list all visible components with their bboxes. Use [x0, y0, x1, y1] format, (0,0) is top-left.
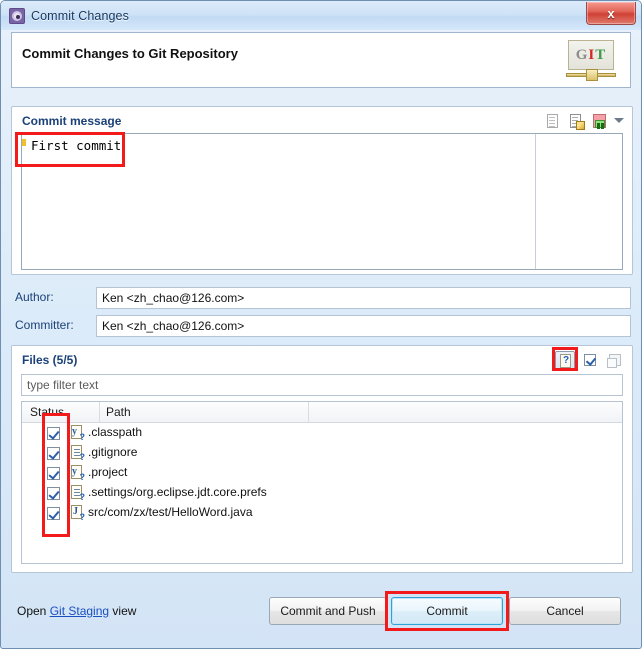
author-row: Author: Ken <zh_chao@126.com>	[11, 287, 631, 309]
show-untracked-files-icon[interactable]: ?	[555, 351, 575, 371]
table-row[interactable]: y? .classpath	[22, 423, 622, 443]
close-icon[interactable]: x	[586, 2, 636, 25]
author-label: Author:	[15, 290, 54, 304]
page-title: Commit Changes to Git Repository	[22, 46, 238, 61]
commit-message-label: Commit message	[22, 114, 122, 128]
files-table: Status Path y? .classpath? .gitignore y? .pr…	[21, 401, 623, 564]
open-git-staging-text: Open Git Staging view	[17, 604, 136, 618]
deselect-all-icon[interactable]	[605, 351, 625, 371]
java-file-untracked-icon: J?	[71, 505, 85, 522]
commit-message-toolbar	[545, 113, 625, 130]
row-checkbox[interactable]	[47, 467, 60, 480]
select-all-icon[interactable]	[580, 351, 600, 371]
files-toolbar: ?	[555, 351, 625, 371]
xml-file-untracked-icon: y?	[71, 465, 85, 482]
row-path: src/com/zx/test/HelloWord.java	[88, 505, 253, 519]
row-path: .gitignore	[88, 445, 138, 459]
commit-message-input[interactable]: First commit	[21, 133, 623, 270]
text-file-untracked-icon: ?	[70, 445, 85, 462]
amend-previous-commit-icon[interactable]	[591, 113, 608, 130]
row-checkbox[interactable]	[47, 507, 60, 520]
author-field[interactable]: Ken <zh_chao@126.com>	[96, 287, 631, 309]
files-label: Files (5/5)	[22, 353, 78, 367]
column-header-status[interactable]: Status	[30, 405, 64, 419]
row-checkbox[interactable]	[47, 427, 60, 440]
gear-icon	[9, 7, 25, 24]
commit-changes-dialog: Commit Changes x Commit Changes to Git R…	[0, 0, 642, 649]
row-path: .classpath	[88, 425, 143, 439]
window-title: Commit Changes	[31, 8, 129, 23]
committer-row: Committer: Ken <zh_chao@126.com>	[11, 315, 631, 337]
message-gutter	[22, 134, 26, 269]
cancel-button[interactable]: Cancel	[509, 597, 621, 625]
files-table-header: Status Path	[22, 402, 622, 423]
git-logo-t: T	[595, 46, 607, 63]
open-prefix: Open	[17, 604, 50, 618]
git-logo-g: G	[575, 46, 589, 63]
row-path: .settings/org.eclipse.jdt.core.prefs	[88, 485, 267, 499]
table-row[interactable]: ? .settings/org.eclipse.jdt.core.prefs	[22, 483, 622, 503]
table-row[interactable]: y? .project	[22, 463, 622, 483]
git-staging-link[interactable]: Git Staging	[50, 604, 109, 618]
commit-and-push-button[interactable]: Commit and Push	[269, 597, 387, 625]
committer-field[interactable]: Ken <zh_chao@126.com>	[96, 315, 631, 337]
commit-message-group: Commit message First commit	[11, 106, 633, 275]
git-logo-icon: GIT	[566, 40, 618, 82]
open-suffix: view	[109, 604, 137, 618]
filter-input[interactable]: type filter text	[21, 374, 623, 396]
files-group: Files (5/5) ? type filter text Status Pa…	[11, 345, 633, 573]
row-checkbox[interactable]	[47, 447, 60, 460]
title-bar: Commit Changes x	[1, 1, 641, 30]
row-checkbox[interactable]	[47, 487, 60, 500]
add-signed-off-by-icon[interactable]	[545, 113, 562, 130]
add-change-id-icon[interactable]	[568, 113, 585, 130]
column-header-path[interactable]: Path	[106, 405, 131, 419]
text-file-untracked-icon: ?	[70, 485, 85, 502]
row-path: .project	[88, 465, 128, 479]
chevron-down-icon[interactable]	[614, 116, 625, 127]
dialog-banner: Commit Changes to Git Repository GIT	[11, 32, 631, 88]
message-ruler	[535, 134, 536, 269]
table-row[interactable]: ? .gitignore	[22, 443, 622, 463]
table-row[interactable]: J? src/com/zx/test/HelloWord.java	[22, 503, 622, 523]
commit-button[interactable]: Commit	[391, 597, 503, 625]
commit-message-text: First commit	[31, 138, 124, 153]
committer-label: Committer:	[15, 318, 74, 332]
git-logo-i: I	[588, 46, 596, 63]
xml-file-untracked-icon: y?	[71, 425, 85, 442]
